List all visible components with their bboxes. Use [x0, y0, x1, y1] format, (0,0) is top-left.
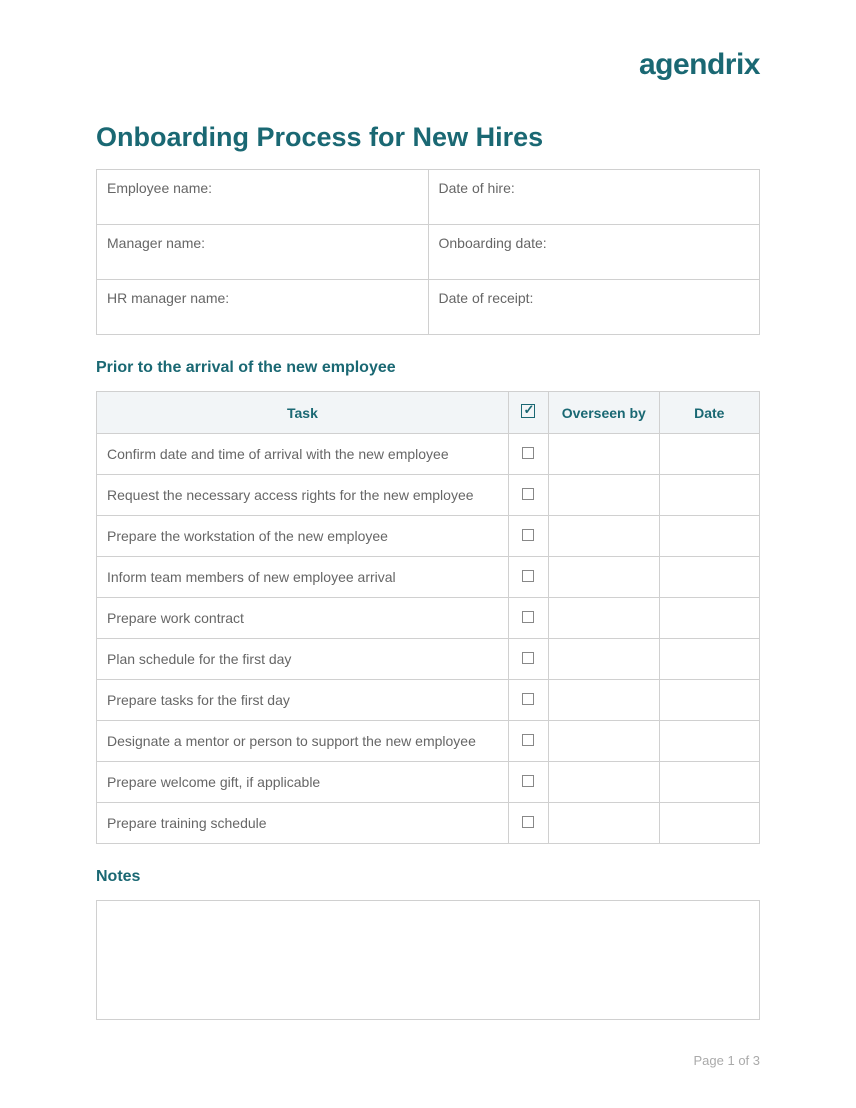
task-checkbox-cell[interactable] — [508, 721, 548, 762]
tasks-table: Task Overseen by Date Confirm date and t… — [96, 391, 760, 844]
checkbox-icon[interactable] — [522, 693, 534, 705]
employee-name-cell[interactable]: Employee name: — [97, 170, 429, 225]
task-date-cell[interactable] — [659, 598, 759, 639]
task-date-cell[interactable] — [659, 803, 759, 844]
task-checkbox-cell[interactable] — [508, 762, 548, 803]
task-label: Request the necessary access rights for … — [97, 475, 509, 516]
task-overseen-cell[interactable] — [549, 721, 660, 762]
task-overseen-cell[interactable] — [549, 557, 660, 598]
onboarding-date-cell[interactable]: Onboarding date: — [428, 225, 760, 280]
task-checkbox-cell[interactable] — [508, 803, 548, 844]
task-row: Prepare work contract — [97, 598, 760, 639]
checkbox-icon[interactable] — [522, 775, 534, 787]
task-overseen-cell[interactable] — [549, 434, 660, 475]
checkbox-icon[interactable] — [522, 488, 534, 500]
task-date-cell[interactable] — [659, 639, 759, 680]
task-row: Confirm date and time of arrival with th… — [97, 434, 760, 475]
task-checkbox-cell[interactable] — [508, 598, 548, 639]
page-footer: Page 1 of 3 — [694, 1053, 761, 1068]
task-checkbox-cell[interactable] — [508, 639, 548, 680]
checkbox-icon[interactable] — [522, 529, 534, 541]
task-row: Prepare tasks for the first day — [97, 680, 760, 721]
notes-title: Notes — [96, 868, 760, 886]
task-checkbox-cell[interactable] — [508, 516, 548, 557]
logo: agendrix — [96, 48, 760, 82]
task-date-cell[interactable] — [659, 557, 759, 598]
task-label: Designate a mentor or person to support … — [97, 721, 509, 762]
task-header: Task — [97, 392, 509, 434]
checkbox-icon[interactable] — [522, 652, 534, 664]
task-date-cell[interactable] — [659, 434, 759, 475]
task-checkbox-cell[interactable] — [508, 475, 548, 516]
task-label: Prepare training schedule — [97, 803, 509, 844]
checkbox-icon[interactable] — [522, 734, 534, 746]
task-label: Prepare the workstation of the new emplo… — [97, 516, 509, 557]
task-overseen-cell[interactable] — [549, 762, 660, 803]
task-checkbox-cell[interactable] — [508, 680, 548, 721]
checkmark-icon — [521, 404, 535, 418]
notes-box[interactable] — [96, 900, 760, 1020]
task-row: Designate a mentor or person to support … — [97, 721, 760, 762]
task-overseen-cell[interactable] — [549, 598, 660, 639]
manager-name-cell[interactable]: Manager name: — [97, 225, 429, 280]
task-overseen-cell[interactable] — [549, 803, 660, 844]
task-date-cell[interactable] — [659, 721, 759, 762]
task-overseen-cell[interactable] — [549, 475, 660, 516]
page-title: Onboarding Process for New Hires — [96, 122, 760, 153]
task-row: Inform team members of new employee arri… — [97, 557, 760, 598]
section-prior-arrival-title: Prior to the arrival of the new employee — [96, 359, 760, 377]
task-date-cell[interactable] — [659, 475, 759, 516]
task-label: Prepare work contract — [97, 598, 509, 639]
task-date-cell[interactable] — [659, 680, 759, 721]
info-table: Employee name: Date of hire: Manager nam… — [96, 169, 760, 335]
task-label: Prepare welcome gift, if applicable — [97, 762, 509, 803]
task-row: Prepare the workstation of the new emplo… — [97, 516, 760, 557]
overseen-header: Overseen by — [549, 392, 660, 434]
task-date-cell[interactable] — [659, 762, 759, 803]
task-row: Request the necessary access rights for … — [97, 475, 760, 516]
task-label: Plan schedule for the first day — [97, 639, 509, 680]
checkbox-icon[interactable] — [522, 816, 534, 828]
checkbox-icon[interactable] — [522, 570, 534, 582]
task-date-cell[interactable] — [659, 516, 759, 557]
task-row: Prepare welcome gift, if applicable — [97, 762, 760, 803]
date-header: Date — [659, 392, 759, 434]
task-checkbox-cell[interactable] — [508, 434, 548, 475]
task-row: Plan schedule for the first day — [97, 639, 760, 680]
task-checkbox-cell[interactable] — [508, 557, 548, 598]
date-of-receipt-cell[interactable]: Date of receipt: — [428, 280, 760, 335]
task-overseen-cell[interactable] — [549, 680, 660, 721]
checkbox-icon[interactable] — [522, 447, 534, 459]
checkbox-icon[interactable] — [522, 611, 534, 623]
task-label: Prepare tasks for the first day — [97, 680, 509, 721]
task-label: Inform team members of new employee arri… — [97, 557, 509, 598]
task-label: Confirm date and time of arrival with th… — [97, 434, 509, 475]
task-row: Prepare training schedule — [97, 803, 760, 844]
task-overseen-cell[interactable] — [549, 516, 660, 557]
check-header — [508, 392, 548, 434]
date-of-hire-cell[interactable]: Date of hire: — [428, 170, 760, 225]
hr-manager-name-cell[interactable]: HR manager name: — [97, 280, 429, 335]
task-overseen-cell[interactable] — [549, 639, 660, 680]
